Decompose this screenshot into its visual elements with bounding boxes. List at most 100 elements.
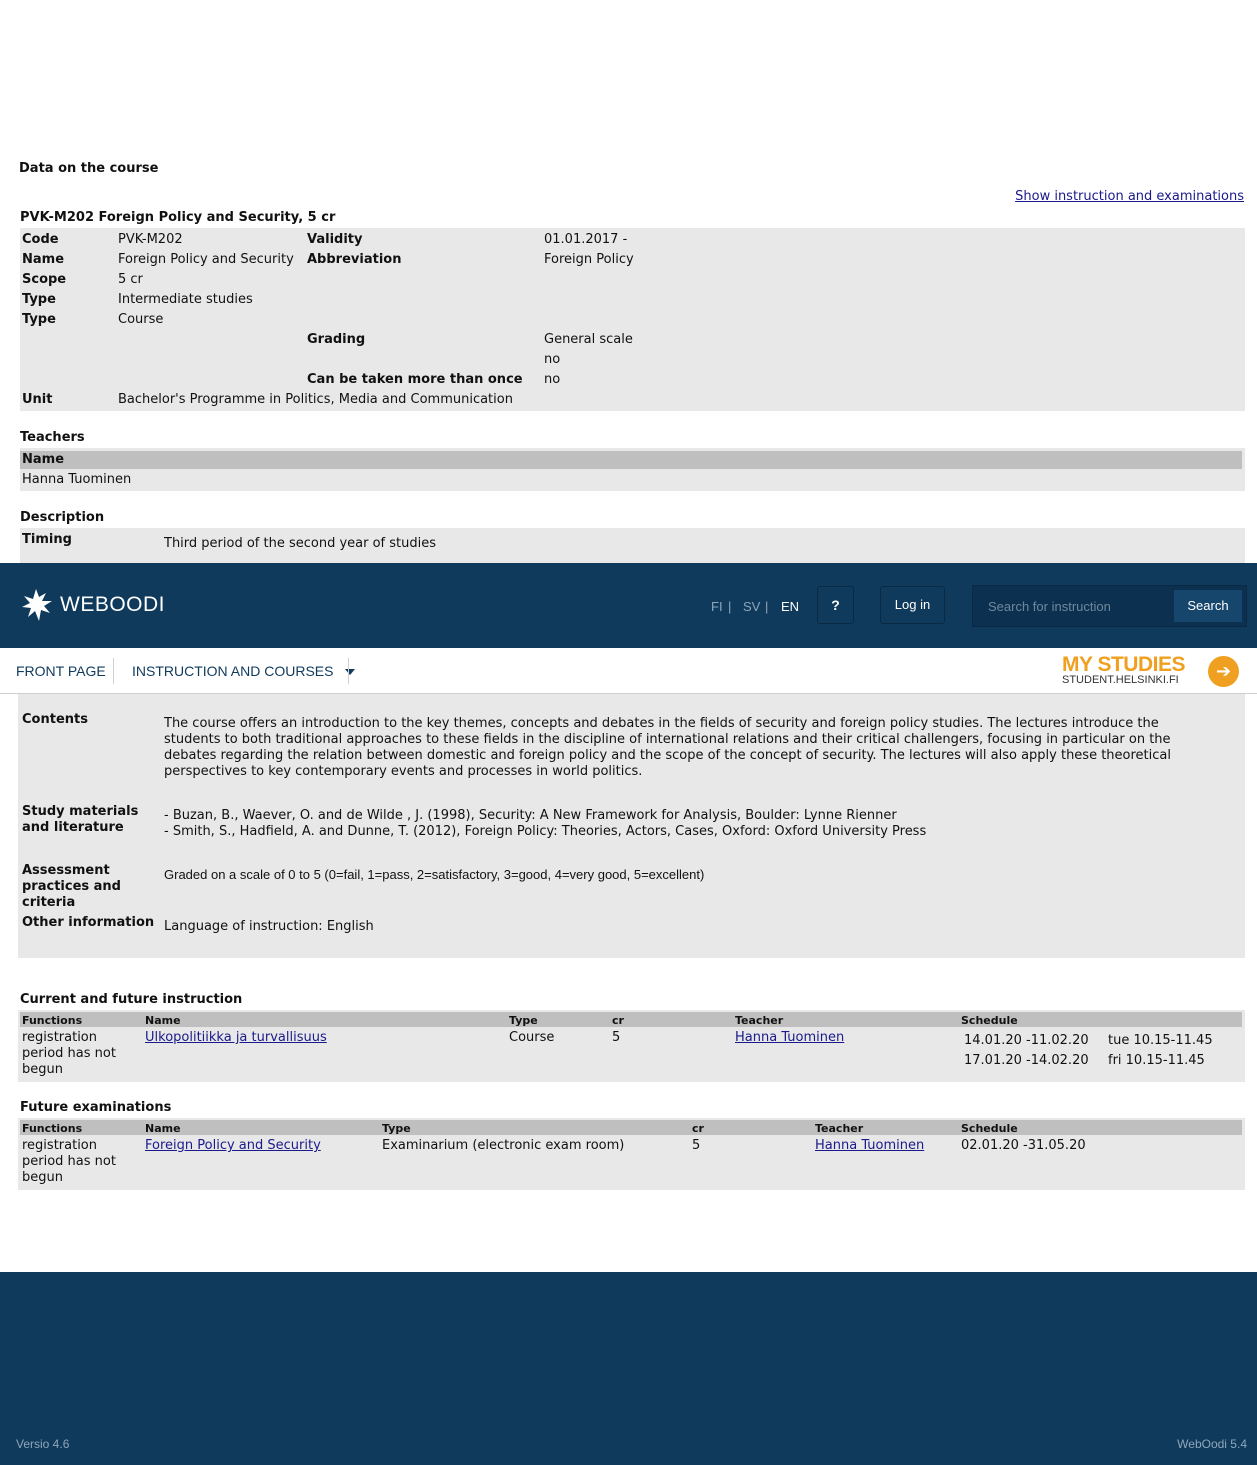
other-label: Other information: [22, 915, 155, 930]
search-input[interactable]: [973, 586, 1173, 626]
version-right: WebOodi 5.4: [1177, 1437, 1247, 1451]
scope-value: 5 cr: [118, 272, 143, 287]
row-teacher-link[interactable]: Hanna Tuominen: [815, 1138, 924, 1153]
caret-down-icon: [345, 669, 356, 676]
row-cr: 5: [692, 1138, 701, 1153]
unit-label: Unit: [22, 392, 53, 407]
col-name: Name: [145, 1014, 181, 1027]
table-header-row: [20, 1120, 1242, 1135]
scope-label: Scope: [22, 272, 67, 287]
exams-title: Future examinations: [20, 1100, 172, 1115]
col-type: Type: [382, 1122, 411, 1135]
login-button[interactable]: Log in: [880, 586, 945, 624]
contents-label: Contents: [22, 712, 88, 727]
nav-instruction-courses[interactable]: INSTRUCTION AND COURSES: [132, 663, 356, 679]
show-instruction-link[interactable]: Show instruction and examinations: [1015, 189, 1244, 204]
teachers-panel: Name Hanna Tuominen: [20, 448, 1245, 491]
exams-table: Functions Name Type cr Teacher Schedule …: [18, 1118, 1245, 1190]
my-studies-sub: STUDENT.HELSINKI.FI: [1062, 674, 1179, 686]
validity-label: Validity: [307, 232, 363, 247]
teachers-header: Name: [20, 451, 1242, 469]
row-functions: registration period has not begun: [22, 1030, 116, 1077]
main-nav: FRONT PAGE INSTRUCTION AND COURSES MY ST…: [0, 648, 1257, 694]
type-label: Type: [22, 292, 56, 307]
repeat-value: no: [544, 372, 561, 387]
search-button[interactable]: Search: [1174, 590, 1242, 622]
lang-separator: |: [765, 599, 769, 614]
col-teacher: Teacher: [815, 1122, 864, 1135]
type-value-2: Course: [118, 312, 164, 327]
col-schedule: Schedule: [961, 1122, 1018, 1135]
lang-fi[interactable]: FI: [711, 599, 723, 614]
timing-panel: Timing Third period of the second year o…: [20, 528, 1245, 563]
col-type: Type: [509, 1014, 538, 1027]
table-header-row: [20, 1012, 1242, 1027]
code-value: PVK-M202: [118, 232, 183, 247]
row-type: Examinarium (electronic exam room): [382, 1138, 625, 1153]
col-name: Name: [145, 1122, 181, 1135]
teachers-title: Teachers: [20, 430, 85, 445]
weboodi-logo[interactable]: WEBOODI: [20, 587, 165, 623]
name-label: Name: [22, 252, 65, 267]
abbreviation-value: Foreign Policy: [544, 252, 634, 267]
schedule-time-1: tue 10.15-11.45: [1108, 1033, 1213, 1048]
assessment-text: Graded on a scale of 0 to 5 (0=fail, 1=p…: [164, 867, 705, 882]
teacher-name: Hanna Tuominen: [22, 472, 132, 487]
lang-sv[interactable]: SV: [743, 599, 760, 614]
nav-instruction-label: INSTRUCTION AND COURSES: [132, 663, 334, 679]
assessment-label: Assessment practices and criteria: [22, 863, 121, 910]
code-label: Code: [22, 232, 59, 247]
my-studies-link[interactable]: MY STUDIES STUDENT.HELSINKI.FI: [1062, 653, 1185, 686]
logo-text: WEBOODI: [60, 593, 166, 616]
course-info-panel: Code PVK-M202 Validity 01.01.2017 - Name…: [20, 228, 1245, 411]
col-cr: cr: [612, 1014, 624, 1027]
name-value: Foreign Policy and Security: [118, 252, 294, 267]
grading-extra: no: [544, 352, 561, 367]
site-header: WEBOODI FI | SV | EN ? Log in Search: [0, 563, 1257, 648]
row-schedule: 02.01.20 -31.05.20: [961, 1138, 1086, 1153]
col-functions: Functions: [22, 1122, 83, 1135]
description-title: Description: [20, 510, 105, 525]
abbreviation-label: Abbreviation: [307, 252, 402, 267]
row-cr: 5: [612, 1030, 621, 1045]
nav-front-page[interactable]: FRONT PAGE: [16, 663, 106, 679]
row-teacher-link[interactable]: Hanna Tuominen: [735, 1030, 844, 1045]
col-cr: cr: [692, 1122, 704, 1135]
schedule-dates-2: 17.01.20 -14.02.20: [964, 1053, 1089, 1068]
row-name-link[interactable]: Foreign Policy and Security: [145, 1138, 321, 1153]
description-panel: Contents The course offers an introducti…: [18, 694, 1245, 958]
grading-value: General scale: [544, 332, 633, 347]
section-title: Data on the course: [19, 161, 159, 176]
unit-value: Bachelor's Programme in Politics, Media …: [118, 392, 513, 407]
contents-text: The course offers an introduction to the…: [164, 716, 1171, 779]
row-name-link[interactable]: Ulkopolitiikka ja turvallisuus: [145, 1030, 327, 1045]
lang-en[interactable]: EN: [781, 599, 799, 614]
search-box: Search: [972, 585, 1247, 627]
materials-line-2: - Smith, S., Hadfield, A. and Dunne, T. …: [164, 824, 927, 839]
materials-label: Study materials and literature: [22, 804, 139, 835]
help-button[interactable]: ?: [817, 586, 854, 624]
grading-label: Grading: [307, 332, 366, 347]
instruction-title: Current and future instruction: [20, 992, 243, 1007]
col-teacher: Teacher: [735, 1014, 784, 1027]
materials-line-1: - Buzan, B., Waever, O. and de Wilde , J…: [164, 808, 897, 823]
repeat-label: Can be taken more than once: [307, 372, 523, 387]
timing-value: Third period of the second year of studi…: [164, 536, 437, 551]
schedule-dates-1: 14.01.20 -11.02.20: [964, 1033, 1089, 1048]
col-functions: Functions: [22, 1014, 83, 1027]
site-footer: Versio 4.6 WebOodi 5.4: [0, 1272, 1257, 1465]
row-type: Course: [509, 1030, 555, 1045]
nav-divider: [348, 658, 349, 684]
lang-separator: |: [728, 599, 732, 614]
nav-divider: [113, 658, 114, 684]
type-label-2: Type: [22, 312, 56, 327]
arrow-right-icon[interactable]: ➔: [1208, 656, 1239, 687]
col-schedule: Schedule: [961, 1014, 1018, 1027]
type-value: Intermediate studies: [118, 292, 253, 307]
schedule-time-2: fri 10.15-11.45: [1108, 1053, 1205, 1068]
row-functions: registration period has not begun: [22, 1138, 116, 1185]
validity-value: 01.01.2017 -: [544, 232, 628, 247]
instruction-table: Functions Name Type cr Teacher Schedule …: [18, 1010, 1245, 1082]
flame-logo-icon: [22, 589, 52, 621]
version-left: Versio 4.6: [16, 1437, 70, 1451]
